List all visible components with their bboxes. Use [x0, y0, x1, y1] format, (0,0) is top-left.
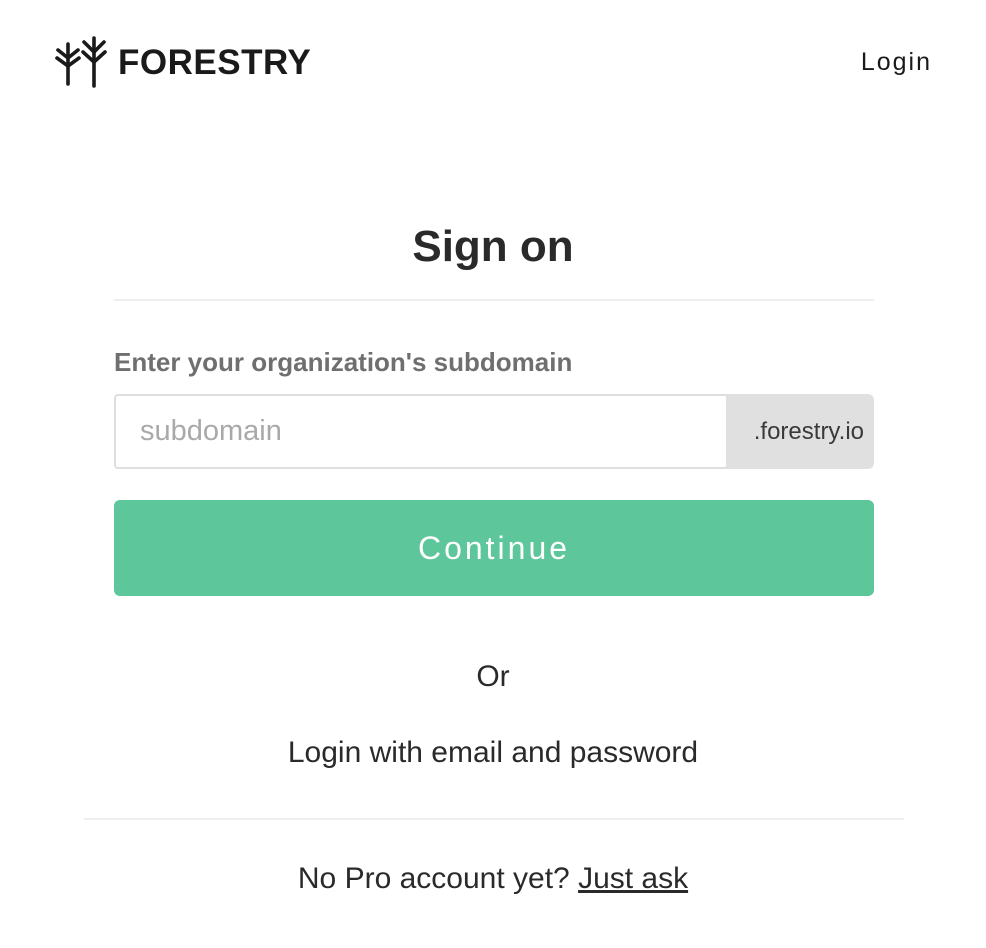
just-ask-link[interactable]: Just ask — [578, 862, 688, 895]
footer-divider — [84, 818, 904, 820]
forestry-trees-icon — [54, 36, 108, 88]
subdomain-suffix: .forestry.io — [726, 394, 874, 469]
subdomain-input-group: .forestry.io — [114, 394, 874, 469]
continue-button[interactable]: Continue — [114, 500, 874, 596]
header-login-link[interactable]: Login — [861, 48, 932, 77]
sign-on-page: FORESTRY Login Sign on Enter your organi… — [0, 0, 986, 948]
footer-line: No Pro account yet? Just ask — [0, 862, 986, 896]
email-password-login-link[interactable]: Login with email and password — [0, 736, 986, 770]
or-separator-text: Or — [476, 660, 510, 693]
subdomain-field-label: Enter your organization's subdomain — [114, 347, 573, 377]
no-pro-account-text: No Pro account yet? — [297, 862, 570, 895]
subdomain-input[interactable] — [114, 394, 726, 469]
brand-name: FORESTRY — [118, 42, 312, 82]
page-title: Sign on — [412, 222, 574, 271]
forestry-logo-link[interactable]: FORESTRY — [54, 36, 311, 88]
title-divider — [114, 299, 874, 301]
